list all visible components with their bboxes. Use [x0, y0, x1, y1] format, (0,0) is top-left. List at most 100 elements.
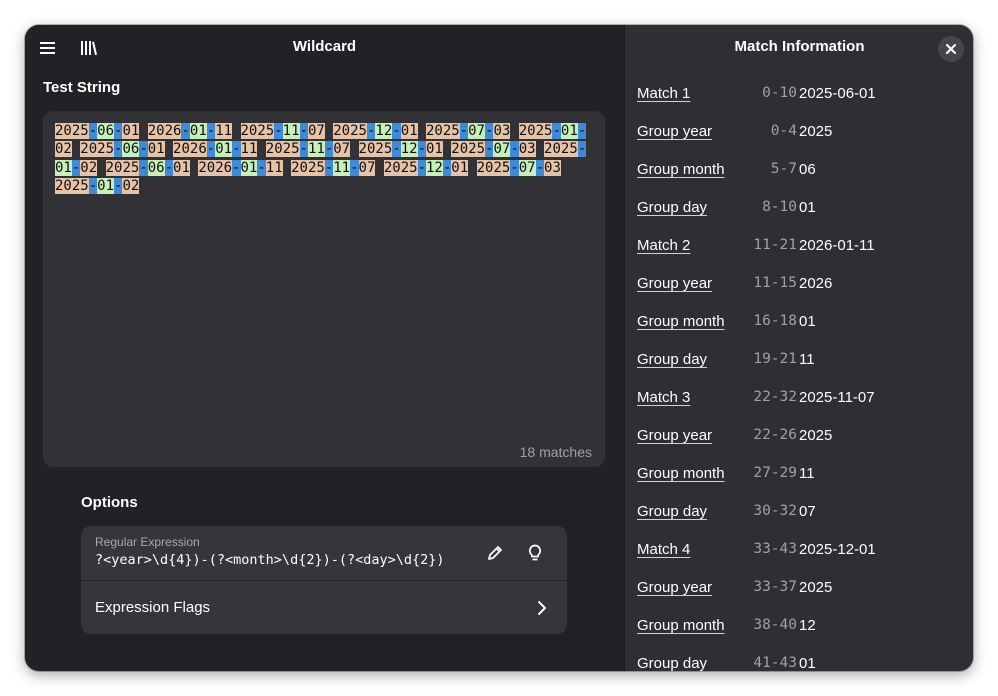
match-info-name-link[interactable]: Group day — [637, 199, 707, 216]
match-info-value: 12 — [799, 617, 816, 634]
match-day: 11 — [215, 123, 233, 139]
match-info-range: 22-26 — [753, 427, 797, 443]
expression-flags-row[interactable]: Expression Flags — [81, 581, 567, 634]
lightbulb-icon[interactable] — [523, 541, 547, 565]
match-separator: - — [324, 159, 334, 176]
match-day: 02 — [122, 177, 140, 194]
match-info-name-link[interactable]: Group year — [637, 123, 712, 140]
test-string-text: 2025-06-01 2026-01-11 2025-11-07 2025-12… — [55, 122, 595, 195]
match-separator: - — [274, 123, 283, 139]
match-info-name-link[interactable]: Group year — [637, 579, 712, 596]
close-button[interactable] — [938, 36, 964, 62]
match-info-name-link[interactable]: Group year — [637, 275, 712, 292]
match-day: 01 — [147, 141, 165, 158]
match-day: 01 — [400, 123, 418, 139]
match-info-range: 16-18 — [753, 313, 797, 329]
match-info-row: Group month 27-29 11 — [637, 463, 967, 501]
match-info-value: 2025 — [799, 579, 833, 596]
match-info-row: Group year 0-4 2025 — [637, 121, 967, 159]
match-separator: - — [350, 159, 359, 176]
match-day: 11 — [265, 159, 283, 176]
match-info-range: 30-32 — [753, 503, 797, 519]
match-separator: - — [392, 141, 401, 158]
match-info-name-link[interactable]: Match 1 — [637, 85, 690, 102]
test-string-match: 2025-11-07 — [291, 159, 376, 176]
match-info-row: Group month 5-7 06 — [637, 159, 967, 197]
match-day: 02 — [80, 159, 98, 176]
match-info-name-link[interactable]: Group year — [637, 427, 712, 444]
expression-flags-label: Expression Flags — [95, 599, 211, 616]
match-separator: - — [392, 123, 401, 139]
match-info-sidebar: Match Information Match 1 0-10 2025-06-01 G… — [624, 25, 973, 671]
match-month: 12 — [375, 123, 393, 139]
test-string-match: 2026-01-11 — [147, 123, 233, 139]
app-window: Wildcard Test String 2025-06-01 2026-01-… — [25, 25, 973, 671]
match-separator: - — [324, 141, 334, 158]
match-year: 2025 — [383, 159, 418, 176]
match-month: 12 — [426, 159, 443, 176]
match-info-name-link[interactable]: Group day — [637, 351, 707, 368]
match-year: 2025 — [476, 159, 511, 176]
page-title: Wildcard — [292, 38, 357, 55]
test-string-match: 2026-01-11 — [173, 141, 258, 158]
match-day: 07 — [307, 123, 325, 139]
match-month: 11 — [282, 123, 300, 139]
match-info-name-link[interactable]: Match 2 — [637, 237, 690, 254]
match-month: 06 — [147, 159, 165, 176]
match-month: 07 — [493, 141, 511, 158]
match-year: 2025 — [80, 141, 115, 158]
match-info-range: 8-10 — [762, 199, 797, 215]
match-info-name-link[interactable]: Group month — [637, 313, 725, 330]
match-info-name-link[interactable]: Match 3 — [637, 389, 690, 406]
test-string-match: 2025-01-02 — [55, 177, 140, 194]
match-info-row: Group year 22-26 2025 — [637, 425, 967, 463]
match-info-name-link[interactable]: Group day — [637, 503, 707, 520]
match-separator: - — [535, 159, 545, 176]
match-info-name-link[interactable]: Group day — [637, 655, 707, 671]
match-month: 01 — [55, 159, 72, 176]
match-info-range: 41-43 — [753, 655, 797, 671]
match-year: 2025 — [265, 141, 300, 158]
match-month: 06 — [97, 123, 115, 139]
test-string-match: 2025-06-01 — [80, 141, 165, 158]
match-year: 2025 — [451, 141, 486, 158]
main-pane: Wildcard Test String 2025-06-01 2026-01-… — [25, 25, 624, 671]
match-info-row: Match 4 33-43 2025-12-01 — [637, 539, 967, 577]
match-year: 2025 — [291, 159, 325, 176]
test-string-input[interactable]: 2025-06-01 2026-01-11 2025-11-07 2025-12… — [43, 111, 605, 467]
match-info-name-link[interactable]: Group month — [637, 617, 725, 634]
match-year: 2025 — [333, 123, 367, 139]
match-separator: - — [232, 159, 241, 176]
match-day: 03 — [493, 123, 511, 139]
match-info-value: 2025-11-07 — [799, 389, 875, 406]
chevron-right-icon — [531, 597, 553, 619]
edit-pencil-icon[interactable] — [483, 541, 507, 565]
regex-label: Regular Expression — [95, 535, 200, 549]
match-month: 11 — [307, 141, 325, 158]
match-info-value: 07 — [799, 503, 816, 520]
test-string-match: 2025-07-03 — [451, 141, 536, 158]
match-month: 07 — [518, 159, 536, 176]
match-info-name-link[interactable]: Match 4 — [637, 541, 690, 558]
match-info-range: 11-21 — [753, 237, 797, 253]
regex-row[interactable]: Regular Expression ?<year>\d{4})-(?<mont… — [81, 526, 567, 581]
match-info-name-link[interactable]: Group month — [637, 161, 725, 178]
match-day: 11 — [240, 141, 258, 158]
match-year: 2025 — [426, 123, 460, 139]
match-day: 01 — [173, 159, 190, 176]
match-separator: - — [164, 159, 174, 176]
match-separator: - — [181, 123, 190, 139]
match-info-row: Match 1 0-10 2025-06-01 — [637, 83, 967, 121]
test-string-match: 2025-07-03 — [476, 159, 561, 176]
options-title: Options — [81, 494, 138, 511]
match-info-row: Group day 8-10 01 — [637, 197, 967, 235]
match-year: 2025 — [55, 177, 89, 194]
match-info-range: 22-32 — [753, 389, 797, 405]
match-month: 01 — [189, 123, 207, 139]
regex-input[interactable]: ?<year>\d{4})-(?<month>\d{2})-(?<day>\d{… — [95, 552, 445, 568]
test-string-match: 2025-11-07 — [240, 123, 325, 139]
match-info-name-link[interactable]: Group month — [637, 465, 725, 482]
match-separator: - — [510, 141, 519, 158]
match-day: 03 — [544, 159, 561, 176]
test-string-match: 2025-12-01 — [358, 141, 443, 158]
